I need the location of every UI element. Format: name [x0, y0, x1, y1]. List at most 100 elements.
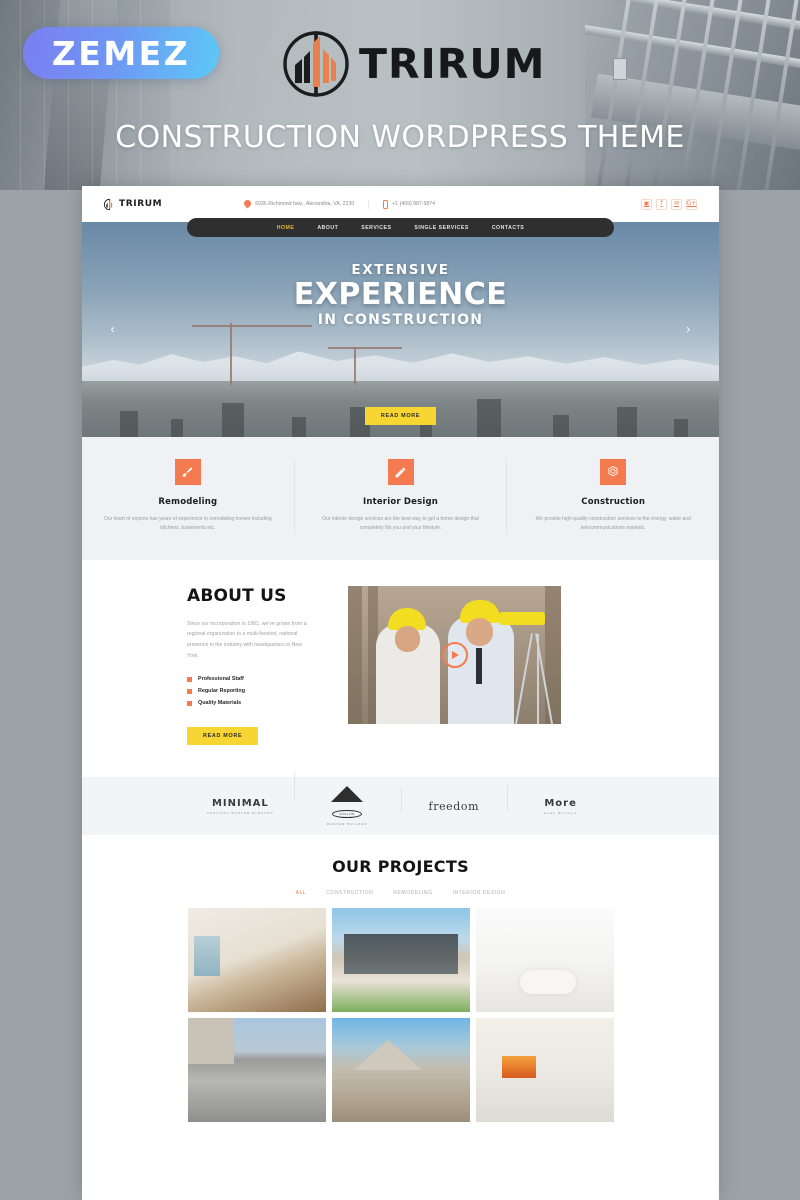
about-title: ABOUT US — [187, 585, 287, 606]
partners-section: MINIMAL FESTIVAL·MASTER·ELECTRO AVALON M… — [82, 773, 719, 836]
hero-crane-mast-2 — [354, 347, 356, 385]
service-title: Remodeling — [158, 497, 218, 507]
site-logo-text: TRIRUM — [119, 199, 163, 209]
hero-crane-mast — [230, 323, 232, 385]
nav-item-single-services[interactable]: SINGLE SERVICES — [414, 225, 468, 231]
site-logo-icon — [104, 198, 113, 210]
filter-remodeling[interactable]: REMODELING — [393, 890, 432, 896]
service-text: Our team of experts has years of experie… — [104, 516, 272, 532]
topbar-social-links: ▣ f ✉ G+ — [641, 198, 697, 210]
about-bullet-label: Quality Materials — [198, 700, 242, 707]
projects-section: OUR PROJECTS ALL CONSTRUCTION REMODELING… — [82, 835, 719, 1123]
partner-subtitle: Home Builders — [543, 810, 578, 815]
nav-item-services[interactable]: SERVICES — [361, 225, 391, 231]
promo-banner: ZEMEZ TRIRUM CONSTRUCTION WORDPRESS THEM… — [0, 0, 800, 190]
about-bullet-item: Quality Materials — [187, 700, 314, 706]
about-bullet-label: Professional Staff — [198, 676, 244, 683]
project-thumb-kitchen[interactable] — [475, 1018, 614, 1123]
twitter-icon[interactable]: ✉ — [671, 198, 682, 210]
facebook-icon[interactable]: f — [656, 198, 667, 210]
partner-name: MINIMAL — [211, 797, 269, 809]
project-thumb-house-construction[interactable] — [331, 1018, 470, 1123]
topbar-phone[interactable]: +1 (409) 987-5874 — [368, 199, 449, 209]
partner-logo-more: More Home Builders — [507, 784, 614, 815]
banner-brand-logo: TRIRUM — [283, 31, 545, 97]
trirum-logo-icon — [283, 31, 349, 97]
about-bullet-label: Regular Reporting — [198, 688, 246, 695]
about-section: ABOUT US Since our incorporation in 1981… — [82, 559, 719, 778]
partner-logo-avalon: AVALON MASTER BUILDER — [293, 773, 401, 827]
projects-filter-bar: ALL CONSTRUCTION REMODELING INTERIOR DES… — [82, 890, 719, 896]
service-card-remodeling[interactable]: Remodeling Our team of experts has years… — [82, 459, 294, 534]
hero-line-3: IN CONSTRUCTION — [317, 311, 484, 328]
gear-icon — [600, 459, 627, 485]
nav-item-about[interactable]: ABOUT — [317, 225, 338, 231]
topbar-phone-text: +1 (409) 987-5874 — [392, 201, 436, 207]
hero-line-2: EXPERIENCE — [293, 277, 508, 312]
banner-tagline: CONSTRUCTION WORDPRESS THEME — [115, 120, 685, 155]
filter-interior-design[interactable]: INTERIOR DESIGN — [453, 890, 506, 896]
banner-right-railing — [585, 0, 800, 190]
phone-icon — [383, 199, 389, 209]
about-text: Since our incorporation in 1981, we've g… — [187, 620, 307, 660]
google-plus-icon[interactable]: G+ — [686, 198, 697, 210]
about-read-more-button[interactable]: READ MORE — [187, 727, 259, 746]
hero-mountains — [82, 351, 719, 385]
banner-brand-name: TRIRUM — [359, 40, 546, 88]
projects-grid — [82, 908, 719, 1123]
about-bullet-item: Professional Staff — [187, 676, 314, 682]
nav-item-contacts[interactable]: CONTACTS — [492, 225, 524, 231]
about-media-wrapper — [348, 585, 561, 746]
project-thumb-empty-room[interactable] — [187, 908, 326, 1013]
hero-slider: ‹ › EXTENSIVE EXPERIENCE IN CONSTRUCTION… — [82, 222, 719, 437]
pencil-icon — [387, 459, 414, 485]
zemez-label: ZEMEZ — [51, 33, 191, 73]
instagram-icon[interactable]: ▣ — [641, 198, 652, 210]
project-thumb-bathroom[interactable] — [475, 908, 614, 1013]
projects-title: OUR PROJECTS — [332, 857, 469, 877]
about-bullet-list: Professional Staff Regular Reporting Qua… — [187, 676, 314, 706]
service-text: Our interior design services are the bes… — [322, 516, 479, 532]
service-text: We provide high-quality construction ser… — [535, 516, 691, 532]
bullet-square-icon — [187, 688, 192, 694]
services-section: Remodeling Our team of experts has years… — [82, 437, 719, 560]
about-content: ABOUT US Since our incorporation in 1981… — [82, 586, 314, 746]
service-card-interior-design[interactable]: Interior Design Our interior design serv… — [293, 459, 507, 534]
hero-read-more-button[interactable]: READ MORE — [364, 407, 437, 425]
paint-brush-icon — [174, 459, 201, 485]
site-topbar: TRIRUM 6036 Richmond hwy., Alexandria, V… — [82, 186, 719, 222]
service-title: Interior Design — [362, 497, 439, 507]
nav-item-home[interactable]: HOME — [277, 225, 295, 231]
about-video-thumbnail[interactable] — [348, 585, 561, 724]
partner-logo-minimal: MINIMAL FESTIVAL·MASTER·ELECTRO — [187, 798, 294, 815]
hero-cta-wrapper: READ MORE — [82, 404, 719, 425]
partner-logo-freedom: freedom — [400, 786, 508, 813]
partner-name: AVALON — [332, 810, 362, 819]
roof-icon — [331, 786, 364, 803]
partner-name: More — [544, 797, 577, 809]
partner-subtitle: MASTER BUILDER — [326, 822, 368, 827]
zemez-vendor-badge[interactable]: ZEMEZ — [23, 27, 219, 79]
filter-construction[interactable]: CONSTRUCTION — [326, 890, 373, 896]
hero-crane-jib-2 — [328, 347, 402, 349]
hero-line-1: EXTENSIVE — [351, 262, 450, 278]
filter-all[interactable]: ALL — [296, 890, 307, 896]
bullet-square-icon — [187, 700, 192, 706]
main-nav: HOME ABOUT SERVICES SINGLE SERVICES CONT… — [187, 218, 614, 237]
theme-preview-page: TRIRUM 6036 Richmond hwy., Alexandria, V… — [82, 186, 719, 1200]
project-thumb-modern-house[interactable] — [331, 908, 470, 1013]
topbar-address[interactable]: 6036 Richmond hwy., Alexandria, VA, 2230 — [230, 200, 368, 209]
partner-name: freedom — [428, 799, 480, 813]
partner-subtitle: FESTIVAL·MASTER·ELECTRO — [207, 810, 274, 815]
service-card-construction[interactable]: Construction We provide high-quality con… — [506, 459, 719, 534]
play-icon[interactable] — [441, 641, 468, 668]
topbar-address-text: 6036 Richmond hwy., Alexandria, VA, 2230 — [255, 201, 355, 207]
map-pin-icon — [244, 200, 251, 209]
topbar-contact-info: 6036 Richmond hwy., Alexandria, VA, 2230… — [230, 199, 449, 209]
about-bullet-item: Regular Reporting — [187, 688, 314, 694]
project-thumb-concrete-exterior[interactable] — [187, 1018, 326, 1123]
hero-text: EXTENSIVE EXPERIENCE IN CONSTRUCTION — [82, 262, 719, 328]
service-title: Construction — [581, 497, 646, 507]
site-logo[interactable]: TRIRUM — [104, 198, 162, 211]
bullet-square-icon — [187, 676, 192, 682]
